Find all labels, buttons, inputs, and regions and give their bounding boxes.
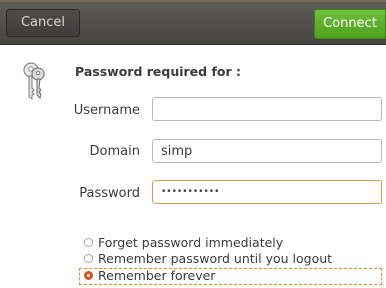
option-label: Remember password until you logout <box>98 251 333 266</box>
option-label: Forget password immediately <box>98 235 284 250</box>
username-field[interactable] <box>152 97 382 121</box>
password-label: Password <box>79 186 140 201</box>
dialog-title: Password required for : <box>75 64 241 79</box>
cancel-button[interactable]: Cancel <box>6 9 80 37</box>
header-accent-line <box>0 0 386 2</box>
password-field[interactable] <box>152 180 382 204</box>
domain-field[interactable] <box>152 139 382 163</box>
focus-ring <box>79 268 382 285</box>
header-bar: Cancel Connect <box>0 0 386 45</box>
connect-button[interactable]: Connect <box>314 9 386 39</box>
radio-button[interactable] <box>84 254 93 263</box>
domain-label: Domain <box>89 144 140 159</box>
username-label: Username <box>73 103 140 118</box>
radio-button[interactable] <box>84 238 93 247</box>
keys-icon <box>23 62 45 100</box>
